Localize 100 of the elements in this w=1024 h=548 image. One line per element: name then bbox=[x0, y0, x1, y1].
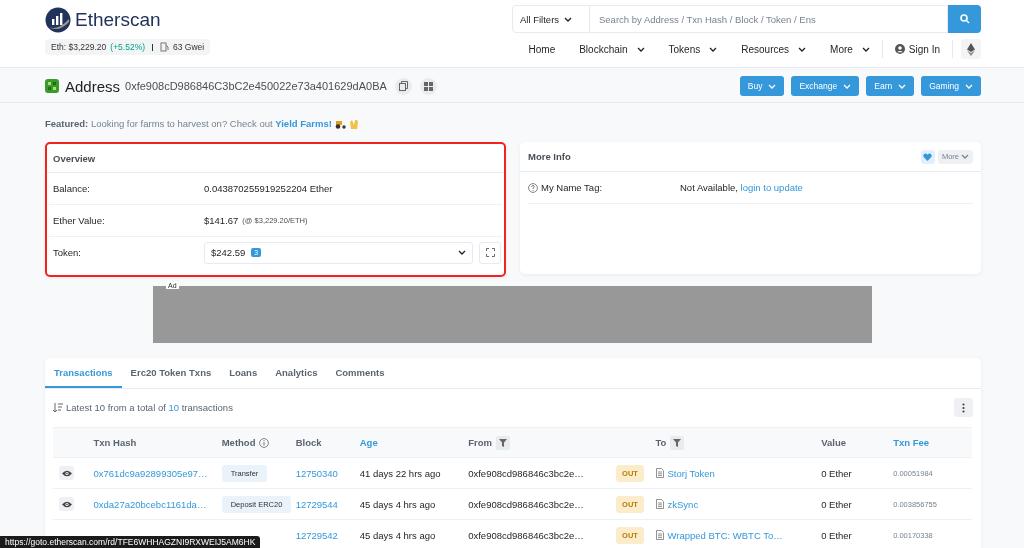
field-label: Token: bbox=[53, 247, 82, 258]
caret-icon bbox=[965, 83, 973, 89]
heart-icon bbox=[923, 152, 933, 161]
search-button[interactable] bbox=[948, 5, 981, 33]
tab[interactable]: Erc20 Token Txns bbox=[121, 358, 221, 388]
column-header[interactable]: Age bbox=[359, 437, 378, 448]
avatar-icon bbox=[45, 79, 59, 93]
help-icon bbox=[528, 182, 538, 193]
block-link[interactable]: 12729544 bbox=[295, 498, 338, 510]
info-icon bbox=[259, 437, 270, 448]
preview-button[interactable] bbox=[59, 466, 74, 480]
filter-icon bbox=[498, 438, 507, 447]
network-button[interactable] bbox=[961, 39, 981, 59]
preview-button[interactable] bbox=[59, 497, 74, 511]
caret-icon bbox=[709, 46, 718, 52]
nav-link[interactable]: Tokens bbox=[656, 43, 730, 55]
transaction-hash-link[interactable]: 0xda27a20bcebc1161da… bbox=[93, 498, 207, 510]
column-header: From bbox=[468, 437, 492, 448]
menu-button[interactable]: Exchange bbox=[791, 76, 860, 96]
logo-icon bbox=[45, 7, 71, 33]
caret-icon bbox=[798, 46, 807, 52]
eth-price: Eth: $3,229.20 bbox=[51, 42, 107, 52]
tab[interactable]: Loans bbox=[220, 358, 267, 388]
count-link[interactable]: 10 bbox=[168, 402, 180, 413]
age-cell: 45 days 4 hrs ago bbox=[359, 529, 436, 541]
column-header[interactable]: Txn Fee bbox=[893, 437, 930, 448]
age-cell: 41 days 22 hrs ago bbox=[359, 467, 441, 479]
value-cell: 0 Ether bbox=[821, 529, 852, 541]
filter-dropdown[interactable]: All Filters bbox=[512, 5, 590, 33]
nav-link[interactable]: Resources bbox=[729, 43, 819, 55]
column-header: To bbox=[655, 437, 667, 448]
column-header: Method bbox=[221, 437, 256, 448]
menu-button[interactable]: Gaming bbox=[921, 76, 981, 96]
copy-icon bbox=[398, 81, 408, 91]
contract-link[interactable]: zkSync bbox=[667, 498, 699, 510]
menu-button[interactable]: Earn bbox=[866, 76, 915, 96]
expand-icon bbox=[485, 248, 495, 257]
summary-text: Latest 10 from a total of 10 transactions bbox=[66, 402, 233, 413]
gas-pump-icon bbox=[160, 42, 170, 52]
sort-icon bbox=[53, 402, 63, 413]
expand-button[interactable] bbox=[479, 241, 501, 264]
age-cell: 45 days 4 hrs ago bbox=[359, 498, 436, 510]
caret-icon bbox=[458, 250, 466, 255]
token-value: $242.59 bbox=[211, 247, 246, 258]
card-title: Overview bbox=[47, 144, 504, 173]
favorite-button[interactable] bbox=[920, 149, 935, 164]
caret-icon bbox=[636, 46, 645, 52]
nav-link[interactable]: Blockchain bbox=[567, 43, 657, 55]
raised-hands-icon bbox=[348, 118, 360, 129]
tab[interactable]: Analytics bbox=[266, 358, 327, 388]
caret-icon bbox=[961, 154, 969, 159]
card-title: More Info bbox=[528, 151, 571, 162]
qr-code-button[interactable] bbox=[419, 77, 437, 95]
column-header: Txn Hash bbox=[93, 437, 137, 448]
contract-link[interactable]: Wrapped BTC: WBTC To… bbox=[667, 529, 783, 541]
tab[interactable]: Comments bbox=[326, 358, 394, 388]
featured-link[interactable]: Yield Farms! bbox=[275, 118, 332, 129]
eye-icon bbox=[61, 500, 72, 508]
field-label: My Name Tag: bbox=[541, 182, 603, 193]
contract-link[interactable]: Storj Token bbox=[667, 467, 715, 479]
grid-icon bbox=[423, 81, 433, 91]
tab[interactable]: Transactions bbox=[45, 358, 122, 388]
copy-button[interactable] bbox=[394, 77, 412, 95]
from-address: 0xfe908cd986846c3bc2e… bbox=[468, 498, 584, 510]
logo-text: Etherscan bbox=[75, 9, 161, 31]
status-url: https://goto.etherscan.com/rd/TFE6WHHAGZNI9RXWEIJ5AM6HK bbox=[0, 536, 261, 548]
value-cell: 0 Ether bbox=[821, 498, 852, 510]
column-header: Value bbox=[821, 437, 846, 448]
search-icon bbox=[959, 14, 970, 24]
filter-icon bbox=[673, 438, 682, 447]
block-link[interactable]: 12729542 bbox=[295, 529, 338, 541]
filter-button[interactable] bbox=[495, 435, 510, 450]
sign-in-link[interactable]: Sign In bbox=[882, 43, 952, 55]
value-cell: 0 Ether bbox=[821, 467, 852, 479]
diamond-icon bbox=[967, 42, 975, 56]
search-field[interactable]: Search by Address / Txn Hash / Block / Token / Ens bbox=[590, 5, 948, 33]
price-change: (+5.52%) bbox=[110, 42, 146, 52]
eye-icon bbox=[61, 469, 72, 477]
block-link[interactable]: 12750340 bbox=[295, 467, 338, 479]
nav-link[interactable]: More bbox=[818, 43, 882, 55]
caret-icon bbox=[768, 83, 777, 89]
page-title: Address bbox=[65, 77, 121, 95]
featured-text: Featured: Looking for farms to harvest on? Check out Yield Farms! bbox=[45, 118, 332, 129]
menu-button[interactable]: Buy bbox=[739, 76, 785, 96]
filter-button[interactable] bbox=[670, 435, 685, 450]
login-link[interactable]: login to update bbox=[740, 182, 803, 193]
nav-link[interactable]: Home bbox=[516, 43, 568, 55]
caret-icon bbox=[843, 83, 852, 89]
caret-icon bbox=[564, 17, 573, 23]
options-button[interactable] bbox=[954, 398, 973, 417]
gas-price: 63 Gwei bbox=[173, 42, 205, 52]
document-icon bbox=[655, 468, 664, 478]
user-icon bbox=[894, 44, 905, 54]
caret-icon bbox=[898, 83, 907, 89]
field-label: Balance: bbox=[53, 183, 91, 194]
from-address: 0xfe908cd986846c3bc2e… bbox=[468, 529, 584, 541]
tractor-icon bbox=[334, 118, 346, 129]
field-value: $141.67 bbox=[204, 215, 239, 226]
field-value: Not Available, login to update bbox=[680, 182, 803, 193]
transaction-hash-link[interactable]: 0x761dc9a92899305e97… bbox=[93, 467, 208, 479]
